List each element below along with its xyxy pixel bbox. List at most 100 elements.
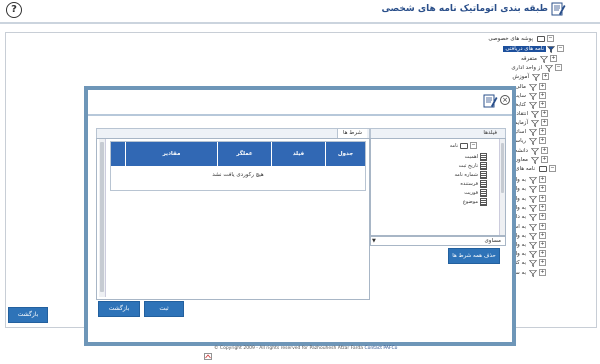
filter-icon bbox=[528, 232, 538, 240]
field-label: فوریت bbox=[464, 190, 478, 196]
footer-text: © Copyright 2009 - All rights reserved f… bbox=[214, 346, 397, 351]
filter-icon bbox=[530, 119, 540, 127]
contact-link[interactable]: Contact PAFCo bbox=[364, 346, 397, 351]
expand-icon[interactable]: + bbox=[539, 241, 546, 248]
column-header[interactable]: جدول bbox=[325, 142, 365, 166]
tab-fields[interactable]: فیلدها bbox=[370, 128, 506, 138]
filter-icon bbox=[528, 185, 538, 193]
filter-icon bbox=[528, 195, 538, 203]
close-icon[interactable]: × bbox=[500, 95, 510, 105]
expand-icon[interactable]: + bbox=[539, 250, 546, 257]
expand-icon[interactable]: + bbox=[539, 83, 546, 90]
tree-node-label: از واحد اداری bbox=[511, 64, 542, 71]
expand-icon[interactable]: + bbox=[539, 185, 546, 192]
fields-tree-pane: − نامه اهمیت تاریخ ثبت شماره نامه فرستنده فو… bbox=[370, 138, 506, 236]
filter-icon bbox=[530, 147, 540, 155]
empty-message: هیچ رکوردی یافت نشد bbox=[212, 172, 264, 178]
collapse-icon[interactable]: − bbox=[547, 35, 554, 42]
filter-icon bbox=[544, 64, 554, 72]
conditions-grid: جدول فیلد عملگر مقادیر هیچ رکوردی یافت ن… bbox=[110, 141, 366, 191]
fields-scrollbar[interactable] bbox=[499, 139, 505, 235]
field-item[interactable]: موضوع bbox=[463, 198, 487, 206]
expand-icon[interactable]: + bbox=[541, 156, 548, 163]
expand-icon[interactable]: + bbox=[539, 101, 546, 108]
column-header[interactable]: عملگر bbox=[217, 142, 271, 166]
tree-node[interactable]: + سایت bbox=[511, 92, 546, 100]
tree-node-label: پوشه های خصوصی bbox=[488, 35, 533, 42]
filter-icon bbox=[528, 213, 538, 221]
field-label: تاریخ ثبت bbox=[458, 163, 478, 169]
field-item[interactable]: شماره نامه bbox=[454, 171, 487, 179]
chevron-down-icon[interactable]: ▼ bbox=[372, 237, 376, 245]
collapse-icon[interactable]: − bbox=[557, 45, 564, 52]
tree-node-label: متفرقه bbox=[520, 55, 537, 62]
expand-icon[interactable]: + bbox=[541, 119, 548, 126]
tree-node[interactable]: − از واحد اداری bbox=[509, 64, 562, 72]
expand-icon[interactable]: + bbox=[539, 128, 546, 135]
expand-icon[interactable]: + bbox=[539, 223, 546, 230]
filter-icon bbox=[528, 176, 538, 184]
conditions-pane: جدول فیلد عملگر مقادیر هیچ رکوردی یافت ن… bbox=[96, 138, 370, 300]
delete-all-conditions-button[interactable]: حذف همه شرط ها bbox=[448, 248, 500, 264]
field-item[interactable]: فوریت bbox=[464, 189, 487, 197]
filter-icon bbox=[530, 110, 540, 118]
save-button[interactable]: ثبت bbox=[144, 301, 184, 317]
tree-node[interactable]: + متفرقه bbox=[519, 55, 557, 63]
expand-icon[interactable]: + bbox=[539, 213, 546, 220]
expand-icon[interactable]: + bbox=[539, 204, 546, 211]
field-label: شماره نامه bbox=[454, 172, 478, 178]
tab-conditions-label: شرط ها bbox=[336, 129, 367, 138]
expand-icon[interactable]: + bbox=[550, 55, 557, 62]
main-back-button[interactable]: بازگشت bbox=[8, 307, 48, 323]
collapse-icon[interactable]: − bbox=[470, 142, 477, 149]
expand-icon[interactable]: + bbox=[539, 269, 546, 276]
help-icon[interactable]: ? bbox=[6, 2, 22, 18]
tree-node[interactable]: − نامه های دریافتی bbox=[503, 45, 564, 53]
filter-icon bbox=[528, 137, 538, 145]
tree-node[interactable]: − پوشه های خصوصی bbox=[486, 35, 554, 42]
column-header[interactable]: مقادیر bbox=[125, 142, 217, 166]
fields-root-label: نامه bbox=[449, 142, 458, 149]
expand-icon[interactable]: + bbox=[539, 92, 546, 99]
document-icon bbox=[480, 162, 487, 170]
expand-icon[interactable]: + bbox=[539, 176, 546, 183]
column-header[interactable]: فیلد bbox=[271, 142, 325, 166]
tab-conditions[interactable]: شرط ها bbox=[96, 128, 370, 138]
folder-icon bbox=[460, 142, 468, 149]
filter-modal: × فیلدها − نامه اهمیت تاریخ ثبت شماره نامه… bbox=[84, 86, 516, 346]
expand-icon[interactable]: + bbox=[539, 232, 546, 239]
expand-icon[interactable]: + bbox=[539, 195, 546, 202]
field-item[interactable]: فرستنده bbox=[460, 180, 487, 188]
filter-icon bbox=[528, 83, 538, 91]
expand-icon[interactable]: + bbox=[542, 73, 549, 80]
tree-node[interactable]: + مالی bbox=[513, 83, 546, 91]
filter-icon bbox=[528, 92, 538, 100]
folder-icon bbox=[537, 35, 545, 42]
operator-select[interactable]: ▼ مساوی bbox=[370, 236, 506, 246]
edit-document-icon bbox=[551, 2, 566, 16]
fields-root[interactable]: − نامه bbox=[450, 142, 477, 149]
expand-icon[interactable]: + bbox=[541, 110, 548, 117]
logo-icon bbox=[204, 345, 212, 360]
expand-icon[interactable]: + bbox=[539, 259, 546, 266]
header-divider bbox=[0, 22, 600, 24]
filter-icon bbox=[528, 101, 538, 109]
collapse-icon[interactable]: − bbox=[549, 165, 556, 172]
filter-icon bbox=[528, 269, 538, 277]
document-icon bbox=[480, 180, 487, 188]
field-item[interactable]: تاریخ ثبت bbox=[459, 162, 487, 170]
document-icon bbox=[480, 153, 487, 161]
filter-icon bbox=[531, 73, 541, 81]
expand-icon[interactable]: + bbox=[541, 147, 548, 154]
collapse-icon[interactable]: − bbox=[555, 64, 562, 71]
tree-node[interactable]: + آموزش bbox=[510, 73, 549, 81]
expand-icon[interactable]: + bbox=[539, 137, 546, 144]
modal-back-button[interactable]: بازگشت bbox=[98, 301, 140, 317]
field-item[interactable]: اهمیت bbox=[465, 153, 487, 161]
conditions-scrollbar[interactable] bbox=[99, 139, 106, 297]
filter-icon bbox=[530, 156, 540, 164]
edit-document-icon bbox=[483, 94, 498, 108]
field-label: موضوع bbox=[462, 199, 478, 205]
tab-fields-label: فیلدها bbox=[483, 130, 497, 136]
document-icon bbox=[480, 189, 487, 197]
